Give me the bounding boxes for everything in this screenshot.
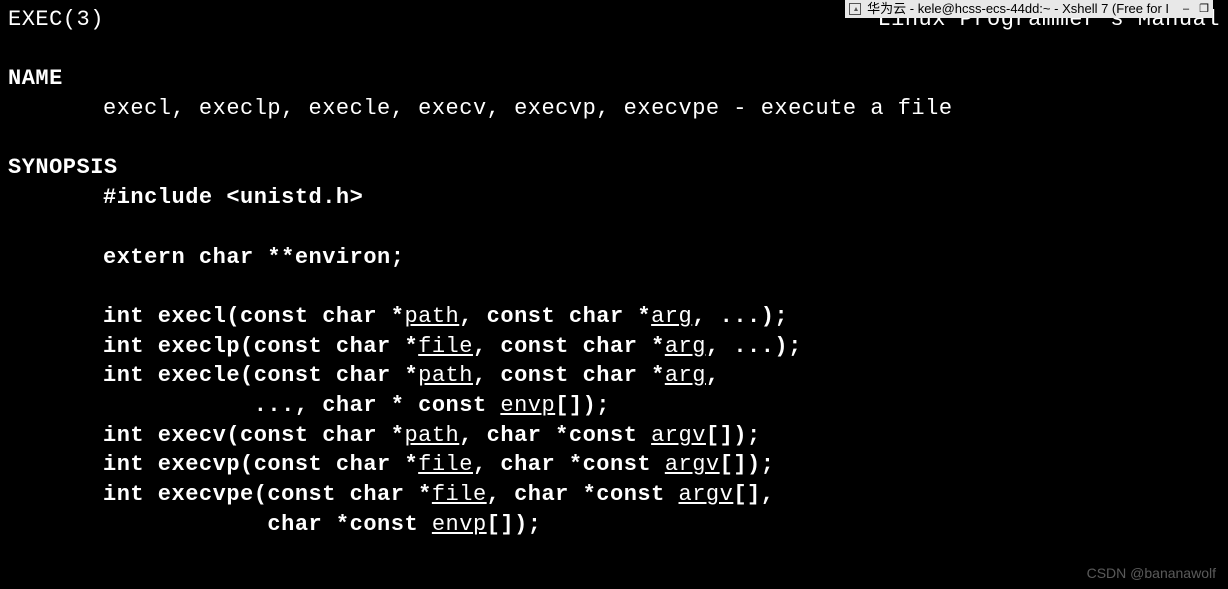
maximize-button[interactable]: ❐ — [1199, 2, 1209, 17]
man-page-id: EXEC(3) — [8, 5, 104, 35]
window-controls: – ❐ — [1183, 2, 1209, 17]
watermark: CSDN @bananawolf — [1087, 564, 1216, 583]
section-synopsis-heading: SYNOPSIS — [8, 153, 1220, 183]
window-titlebar: 华为云 - kele@hcss-ecs-44dd:~ - Xshell 7 (F… — [845, 0, 1213, 18]
execl-signature: int execl(const char *path, const char *… — [8, 302, 1220, 332]
execvpe-signature-line1: int execvpe(const char *file, char *cons… — [8, 480, 1220, 510]
execlp-signature: int execlp(const char *file, const char … — [8, 332, 1220, 362]
include-line: #include <unistd.h> — [8, 183, 1220, 213]
execle-signature-line1: int execle(const char *path, const char … — [8, 361, 1220, 391]
execv-signature: int execv(const char *path, char *const … — [8, 421, 1220, 451]
section-name-heading: NAME — [8, 64, 1220, 94]
pin-icon[interactable] — [849, 3, 861, 15]
extern-line: extern char **environ; — [8, 243, 1220, 273]
execle-signature-line2: ..., char * const envp[]); — [8, 391, 1220, 421]
man-page-content: EXEC(3) Linux Programmer's Manual NAME e… — [8, 5, 1220, 539]
titlebar-text: 华为云 - kele@hcss-ecs-44dd:~ - Xshell 7 (F… — [867, 0, 1169, 18]
execvpe-signature-line2: char *const envp[]); — [8, 510, 1220, 540]
execvp-signature: int execvp(const char *file, char *const… — [8, 450, 1220, 480]
minimize-button[interactable]: – — [1183, 2, 1189, 17]
name-body: execl, execlp, execle, execv, execvp, ex… — [8, 94, 1220, 124]
